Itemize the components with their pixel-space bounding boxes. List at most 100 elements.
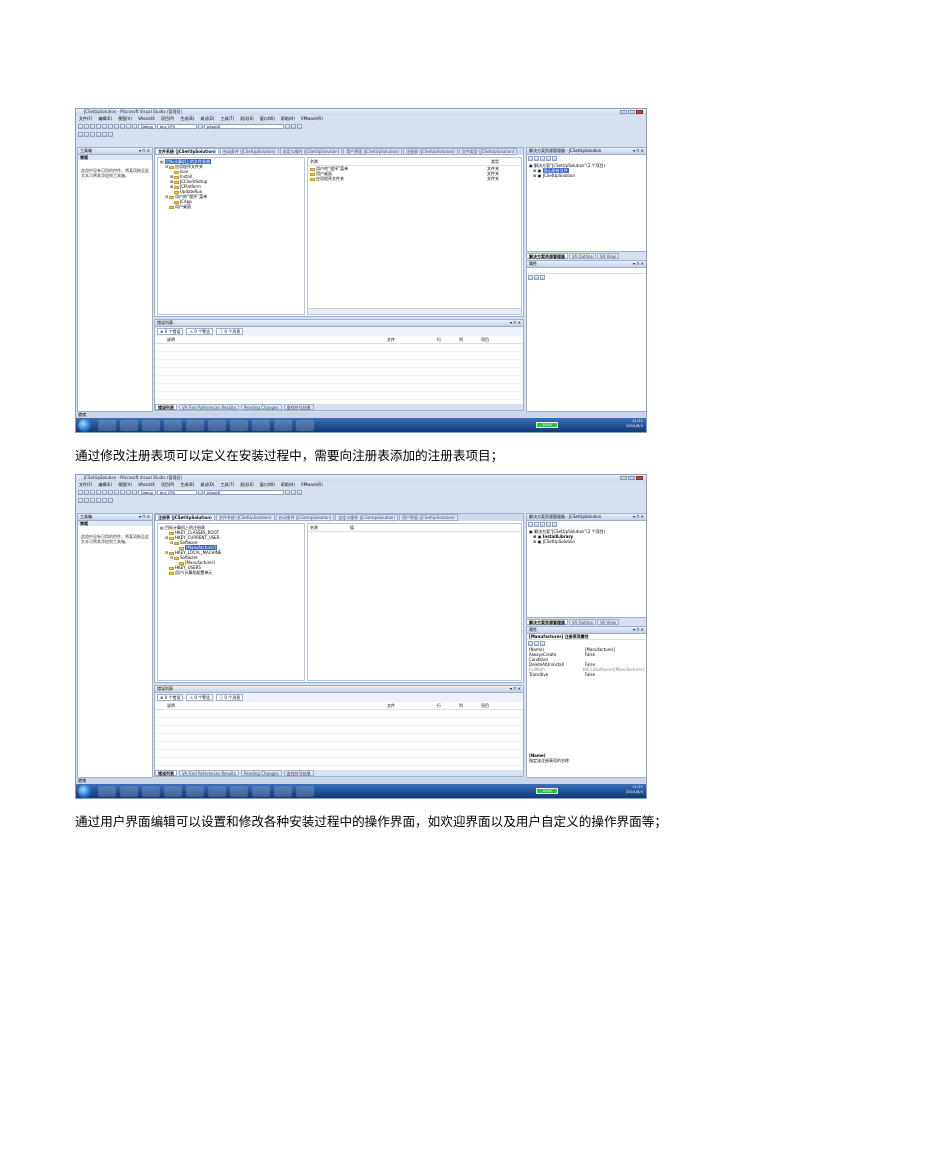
- solution-item[interactable]: ⊞ ▣ JCSetUpSolution: [529, 539, 644, 544]
- column-column[interactable]: 列: [459, 337, 481, 342]
- save-icon[interactable]: [90, 490, 95, 495]
- property-pages-icon[interactable]: [540, 275, 545, 280]
- open-icon[interactable]: [84, 124, 89, 129]
- solution-explorer-icon[interactable]: [284, 490, 290, 495]
- column-header-name[interactable]: 名称: [310, 525, 350, 530]
- window-controls[interactable]: [620, 476, 643, 480]
- menu-item[interactable]: 窗口(W): [260, 116, 275, 122]
- show-all-files-icon[interactable]: [534, 522, 539, 527]
- copy-icon[interactable]: [108, 490, 113, 495]
- solution-explorer-icon[interactable]: [284, 124, 290, 129]
- menu-item[interactable]: 帮助(H): [281, 116, 295, 122]
- tab-va-view[interactable]: VA View: [596, 253, 619, 259]
- menu-item[interactable]: VMware(R): [301, 116, 323, 122]
- paste-icon[interactable]: [114, 124, 119, 129]
- start-button[interactable]: [78, 785, 91, 798]
- tab-pending-changes[interactable]: Pending Changes: [240, 770, 282, 776]
- warnings-filter-button[interactable]: ⚠ 0 个警告: [186, 328, 214, 335]
- file-system-editor-icon[interactable]: [78, 498, 83, 503]
- column-file[interactable]: 文件: [387, 337, 437, 342]
- file-system-editor-icon[interactable]: [78, 132, 83, 137]
- categorized-icon[interactable]: [528, 641, 533, 646]
- skype-icon[interactable]: [296, 420, 314, 431]
- tab-va-find[interactable]: VA Find References Results: [179, 770, 239, 776]
- property-pages-icon[interactable]: [540, 641, 545, 646]
- list-row[interactable]: 应用程序文件夹 文件夹: [308, 176, 521, 181]
- warnings-filter-button[interactable]: ⚠ 0 个警告: [186, 694, 214, 701]
- pin-icon[interactable]: ▾ ⊓ ✕: [633, 148, 644, 153]
- messages-filter-button[interactable]: ⓘ 0 个消息: [216, 694, 244, 701]
- start-debug-icon[interactable]: [132, 490, 137, 495]
- alphabetical-icon[interactable]: [534, 275, 539, 280]
- tool-icon[interactable]: [274, 786, 292, 797]
- save-all-icon[interactable]: [96, 490, 101, 495]
- registry-editor-icon[interactable]: [552, 156, 557, 161]
- menu-item[interactable]: 文件(F): [79, 116, 92, 122]
- refresh-icon[interactable]: [540, 522, 545, 527]
- tab-find-symbol[interactable]: 查找符号结果: [283, 404, 314, 410]
- redo-icon[interactable]: [126, 490, 131, 495]
- pin-icon[interactable]: ▾ ⊓ ✕: [633, 261, 644, 266]
- tab-va-find[interactable]: VA Find References Results: [179, 404, 239, 410]
- close-icon[interactable]: [636, 110, 643, 114]
- maximize-icon[interactable]: [628, 476, 635, 480]
- find-combo[interactable]: pSsqlID: [203, 490, 284, 495]
- launch-conditions-editor-icon[interactable]: [108, 498, 113, 503]
- copy-icon[interactable]: [108, 124, 113, 129]
- menu-item[interactable]: 编辑(E): [98, 482, 112, 488]
- save-all-icon[interactable]: [96, 124, 101, 129]
- column-description[interactable]: 说明: [157, 703, 387, 708]
- maximize-icon[interactable]: [628, 110, 635, 114]
- tree-item[interactable]: 用户桌面: [160, 204, 302, 209]
- properties-icon[interactable]: [528, 156, 533, 161]
- custom-actions-editor-icon[interactable]: [102, 132, 107, 137]
- tab-file-system[interactable]: 文件系统 (JCSetUpSolution): [215, 514, 275, 521]
- visual-studio-icon[interactable]: [186, 420, 204, 431]
- ie-icon[interactable]: [98, 420, 116, 431]
- explorer-icon[interactable]: [120, 420, 138, 431]
- tab-find-symbol[interactable]: 查找符号结果: [283, 770, 314, 776]
- firefox-icon[interactable]: [164, 786, 182, 797]
- platform-select[interactable]: Any CPU: [156, 124, 197, 129]
- tab-custom-actions[interactable]: 自定义操作 (JCSetUpSolution): [335, 514, 398, 521]
- custom-actions-editor-icon[interactable]: [102, 498, 107, 503]
- registry-editor-icon[interactable]: [552, 522, 557, 527]
- tab-registry[interactable]: 注册表 (JCSetUpSolution): [155, 514, 215, 521]
- find-icon[interactable]: [197, 490, 203, 495]
- categorized-icon[interactable]: [528, 275, 533, 280]
- ie-icon[interactable]: [98, 786, 116, 797]
- tab-registry[interactable]: 注册表 (JCSetUpSolution): [403, 148, 458, 155]
- menu-item[interactable]: VAssistX: [138, 482, 155, 488]
- solution-item[interactable]: ⊞ ▣ JCSetUpSolution: [529, 173, 644, 178]
- explorer-icon[interactable]: [120, 786, 138, 797]
- file-system-editor-icon[interactable]: [546, 156, 551, 161]
- visual-studio-icon[interactable]: [186, 786, 204, 797]
- registry-editor-icon[interactable]: [84, 498, 89, 503]
- menu-item[interactable]: 窗口(W): [260, 482, 275, 488]
- column-line[interactable]: 行: [437, 337, 459, 342]
- tab-file-types[interactable]: 文件类型 (JCSetUpSolution): [458, 148, 518, 155]
- clock[interactable]: 11:21 2014/8/4: [626, 418, 643, 428]
- start-debug-icon[interactable]: [132, 124, 137, 129]
- qq-icon[interactable]: [208, 420, 226, 431]
- show-all-files-icon[interactable]: [534, 156, 539, 161]
- messages-filter-button[interactable]: ⓘ 0 个消息: [216, 328, 244, 335]
- menu-item[interactable]: 编辑(E): [98, 116, 112, 122]
- config-select[interactable]: Debug: [138, 124, 156, 129]
- battery-indicator[interactable]: 100%: [536, 422, 558, 428]
- menu-item[interactable]: 调试(D): [200, 116, 214, 122]
- property-value[interactable]: False: [585, 652, 595, 657]
- browser-icon[interactable]: [230, 420, 248, 431]
- pin-icon[interactable]: ▾ ⊓ ✕: [510, 320, 521, 325]
- properties-icon[interactable]: [290, 490, 296, 495]
- qq-icon[interactable]: [208, 786, 226, 797]
- alphabetical-icon[interactable]: [534, 641, 539, 646]
- tab-launch-conditions[interactable]: 启动条件 (JCSetUpSolution): [275, 514, 335, 521]
- tree-item[interactable]: 用户/计算机配置单元: [160, 570, 302, 575]
- menu-item[interactable]: 生成(B): [180, 482, 194, 488]
- media-player-icon[interactable]: [142, 420, 160, 431]
- undo-icon[interactable]: [120, 490, 125, 495]
- registry-editor-icon[interactable]: [84, 132, 89, 137]
- column-line[interactable]: 行: [437, 703, 459, 708]
- minimize-icon[interactable]: [620, 476, 627, 480]
